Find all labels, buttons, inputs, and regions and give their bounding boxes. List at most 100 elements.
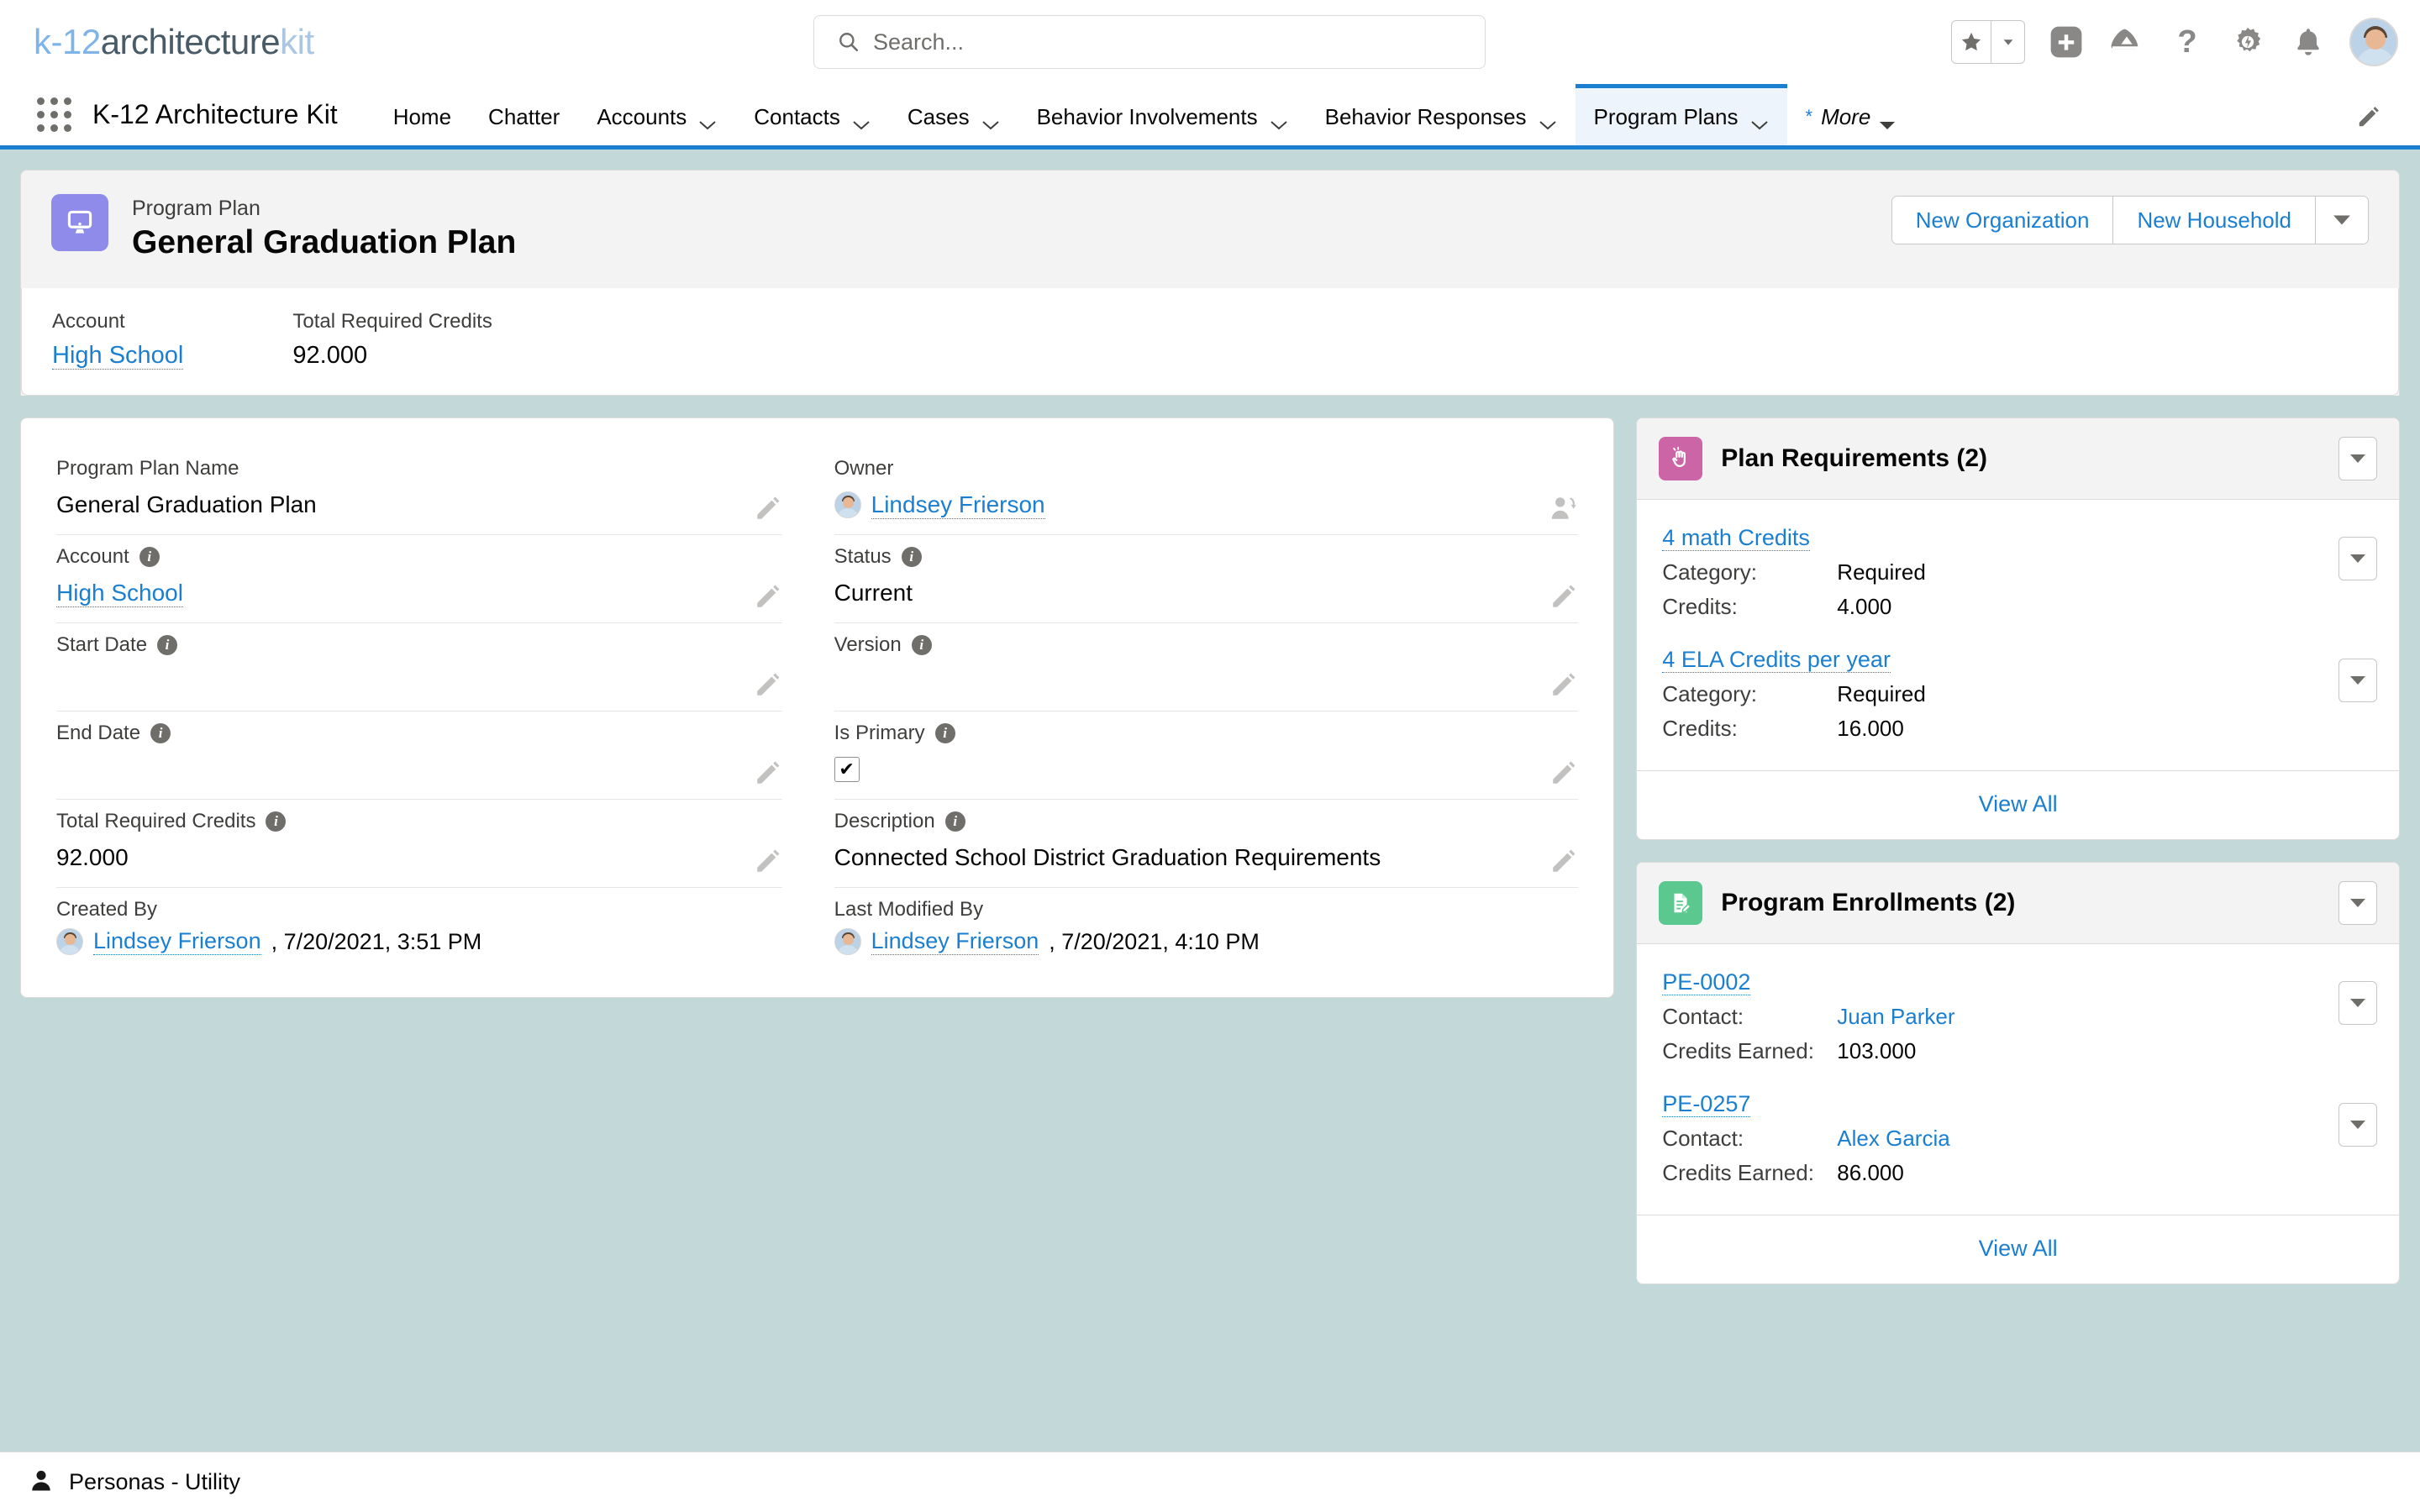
- logo-part-architecture: architecture: [101, 22, 280, 61]
- field-label: Version: [834, 633, 902, 657]
- field-owner: Owner Lindsey Frierson: [834, 447, 1579, 535]
- chevron-down-icon[interactable]: [852, 111, 871, 123]
- global-search[interactable]: [813, 15, 1486, 69]
- program-enrollment-link[interactable]: PE-0257: [1662, 1091, 1750, 1117]
- nav-tab-cases[interactable]: Cases: [889, 84, 1018, 145]
- chevron-down-icon[interactable]: [1750, 111, 1769, 123]
- chevron-down-icon[interactable]: [698, 111, 717, 123]
- info-icon[interactable]: i: [902, 547, 922, 567]
- info-icon[interactable]: i: [912, 635, 932, 655]
- field-label: Owner: [834, 457, 894, 480]
- app-name[interactable]: K-12 Architecture Kit: [92, 84, 338, 145]
- chevron-down-icon[interactable]: [981, 111, 1000, 123]
- help-icon[interactable]: ?: [2168, 23, 2207, 61]
- nav-tab-contacts[interactable]: Contacts: [735, 84, 889, 145]
- created-by-timestamp: , 7/20/2021, 3:51 PM: [271, 929, 482, 955]
- field-label: Created By: [56, 898, 157, 921]
- trailhead-icon[interactable]: [2107, 23, 2146, 61]
- chevron-down-icon[interactable]: [1270, 111, 1288, 123]
- info-icon[interactable]: i: [139, 547, 160, 567]
- field-label: Status: [834, 545, 892, 569]
- info-icon[interactable]: i: [157, 635, 177, 655]
- nav-tab-home[interactable]: Home: [375, 84, 470, 145]
- program-enrollment-link[interactable]: PE-0002: [1662, 969, 1750, 995]
- row-actions-chevron-down-icon[interactable]: [2338, 659, 2377, 702]
- contact-link[interactable]: Alex Garcia: [1837, 1126, 1949, 1151]
- field-label: Start Date: [56, 633, 147, 657]
- setup-gear-icon[interactable]: [2228, 23, 2267, 61]
- row-actions-chevron-down-icon[interactable]: [2338, 1103, 2377, 1147]
- chevron-down-icon[interactable]: [1879, 111, 1897, 123]
- view-all-program-enrollments-link[interactable]: View All: [1979, 1236, 2058, 1261]
- info-icon[interactable]: i: [945, 811, 965, 832]
- plan-requirements-icon: [1659, 437, 1702, 480]
- utility-item-personas[interactable]: Personas - Utility: [0, 1467, 240, 1497]
- nav-tab-behavior-involvements[interactable]: Behavior Involvements: [1018, 84, 1307, 145]
- chevron-down-icon[interactable]: [1539, 111, 1557, 123]
- avatar[interactable]: [2349, 18, 2398, 66]
- related-list-menu-chevron-down-icon[interactable]: [2338, 437, 2377, 480]
- svg-text:?: ?: [2177, 24, 2196, 60]
- favorites-group[interactable]: [1951, 20, 2025, 64]
- nav-tab-more[interactable]: * More: [1787, 84, 1917, 145]
- highlight-account-link[interactable]: High School: [52, 342, 183, 370]
- utility-bar: Personas - Utility: [0, 1452, 2420, 1512]
- field-end-date: End Date i: [56, 711, 782, 800]
- contact-link[interactable]: Juan Parker: [1837, 1004, 1954, 1029]
- app-launcher-button[interactable]: [37, 84, 74, 145]
- new-household-button[interactable]: New Household: [2113, 197, 2316, 244]
- change-owner-icon[interactable]: [1549, 494, 1578, 522]
- edit-pencil-icon[interactable]: [1549, 847, 1578, 875]
- notifications-bell-icon[interactable]: [2289, 23, 2328, 61]
- row-actions-chevron-down-icon[interactable]: [2338, 537, 2377, 580]
- field-label: Total Required Credits: [56, 810, 255, 833]
- related-list-title: Plan Requirements (2): [1721, 444, 1987, 473]
- plan-requirement-link[interactable]: 4 math Credits: [1662, 525, 1810, 551]
- owner-user-link[interactable]: Lindsey Frierson: [871, 491, 1045, 519]
- new-organization-button[interactable]: New Organization: [1892, 197, 2114, 244]
- field-value-link[interactable]: High School: [56, 580, 183, 607]
- nav-tab-program-plans[interactable]: Program Plans: [1576, 84, 1787, 145]
- highlight-label: Total Required Credits: [292, 310, 492, 333]
- more-actions-chevron-down-icon[interactable]: [2316, 197, 2368, 244]
- field-label: End Date: [56, 722, 140, 745]
- field-is-primary: Is Primaryi ✔: [834, 711, 1579, 800]
- search-input[interactable]: [873, 29, 1455, 55]
- field-created-by: Created By Lindsey Frierson , 7/20/2021, …: [56, 888, 782, 969]
- edit-pencil-icon[interactable]: [754, 494, 782, 522]
- favorites-dropdown-icon[interactable]: [1991, 21, 2024, 63]
- field-program-plan-name: Program Plan Name General Graduation Pla…: [56, 447, 782, 535]
- edit-pencil-icon[interactable]: [754, 847, 782, 875]
- favorites-star-icon[interactable]: [1952, 21, 1991, 63]
- created-by-user-link[interactable]: Lindsey Frierson: [93, 928, 261, 955]
- record-actions: New Organization New Household: [1891, 196, 2369, 244]
- last-modified-by-user-link[interactable]: Lindsey Frierson: [871, 928, 1039, 955]
- info-icon[interactable]: i: [935, 723, 955, 743]
- plan-requirement-link[interactable]: 4 ELA Credits per year: [1662, 647, 1891, 673]
- edit-pencil-icon[interactable]: [1549, 759, 1578, 787]
- highlight-field-account: Account High School: [52, 310, 183, 370]
- edit-navigation-pencil-icon[interactable]: [2356, 84, 2381, 150]
- field-description: Descriptioni Connected School District G…: [834, 800, 1579, 888]
- related-list-menu-chevron-down-icon[interactable]: [2338, 881, 2377, 925]
- info-icon[interactable]: i: [150, 723, 171, 743]
- info-icon[interactable]: i: [266, 811, 286, 832]
- field-key: Credits:: [1662, 716, 1837, 742]
- global-actions-plus-icon[interactable]: [2047, 23, 2086, 61]
- edit-pencil-icon[interactable]: [1549, 582, 1578, 611]
- nav-tab-chatter[interactable]: Chatter: [470, 84, 578, 145]
- app-logo: k-12architecturekit: [34, 22, 314, 62]
- nav-tab-behavior-responses[interactable]: Behavior Responses: [1307, 84, 1576, 145]
- edit-pencil-icon[interactable]: [754, 582, 782, 611]
- edit-pencil-icon[interactable]: [754, 670, 782, 699]
- field-total-required-credits: Total Required Creditsi 92.000: [56, 800, 782, 888]
- last-modified-timestamp: , 7/20/2021, 4:10 PM: [1049, 929, 1260, 955]
- edit-pencil-icon[interactable]: [1549, 670, 1578, 699]
- edit-pencil-icon[interactable]: [754, 759, 782, 787]
- search-icon: [838, 31, 860, 53]
- row-actions-chevron-down-icon[interactable]: [2338, 981, 2377, 1025]
- nav-tab-accounts[interactable]: Accounts: [578, 84, 735, 145]
- view-all-plan-requirements-link[interactable]: View All: [1979, 791, 2058, 816]
- field-label: Program Plan Name: [56, 457, 239, 480]
- highlight-value: 92.000: [292, 342, 492, 370]
